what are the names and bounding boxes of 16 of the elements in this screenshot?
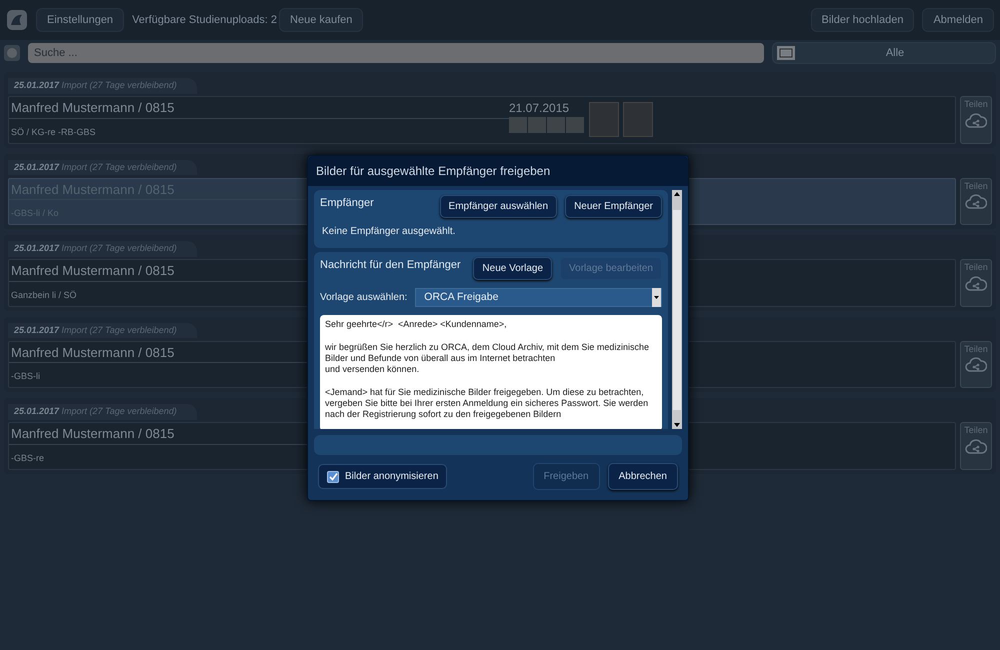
- series-date: 21.07.2015: [509, 100, 570, 117]
- study-description: -GBS-re: [10, 452, 46, 464]
- uploads-label: Verfügbare Studienuploads: 2: [132, 12, 278, 28]
- patient-name: Manfred Mustermann / 0815: [9, 97, 509, 118]
- template-label: Vorlage auswählen:: [320, 291, 408, 305]
- study-date-header: 25.01.2017 Import (27 Tage verbleibend): [8, 160, 197, 175]
- study-description: -GBS-li: [10, 370, 41, 383]
- study-date-header: 25.01.2017 Import (27 Tage verbleibend): [8, 404, 197, 420]
- panel-heading: Nachricht für den Empfänger: [320, 258, 462, 273]
- study-description: SÖ / KG-re -RB-GBS: [10, 126, 97, 138]
- study-description: Ganzbein li / SÖ: [10, 288, 78, 302]
- empty-text: Keine Empfänger ausgewählt.: [321, 225, 456, 239]
- study-date-header: 25.01.2017 Import (27 Tage verbleibend): [8, 78, 197, 94]
- study-date-header: 25.01.2017 Import (27 Tage verbleibend): [8, 241, 197, 256]
- dialog-title: Bilder für ausgewählte Empfänger freigeben: [308, 156, 688, 186]
- study-date-header: 25.01.2017 Import (27 Tage verbleibend): [8, 322, 197, 338]
